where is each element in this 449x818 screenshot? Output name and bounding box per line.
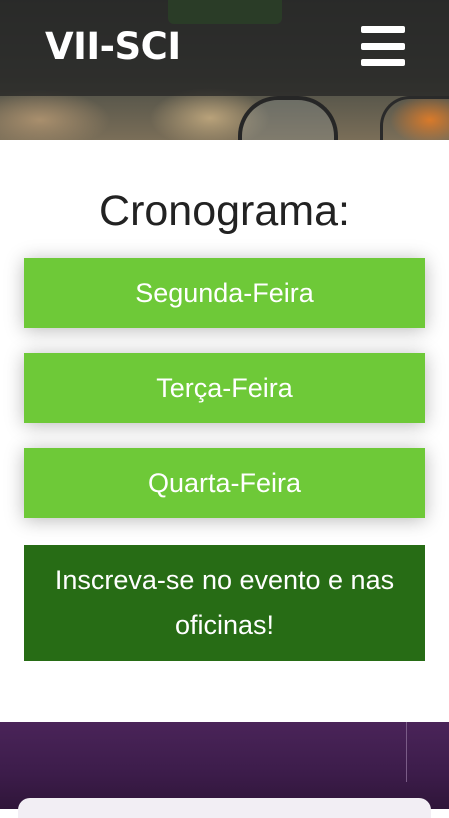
register-button[interactable]: Inscreva-se no evento e nas oficinas!	[24, 545, 425, 661]
day-button-terca[interactable]: Terça-Feira	[24, 353, 425, 423]
site-logo[interactable]: VII-SCI	[45, 26, 181, 68]
hamburger-menu-icon[interactable]	[361, 26, 405, 66]
footer-section	[0, 722, 449, 818]
footer-card	[18, 798, 431, 818]
site-header: VII-SCI	[0, 0, 449, 96]
menu-bar	[361, 42, 405, 50]
day-button-quarta[interactable]: Quarta-Feira	[24, 448, 425, 518]
menu-bar	[361, 26, 405, 33]
menu-bar	[361, 59, 405, 66]
hero-photo-chair	[380, 96, 449, 140]
hero-photo-chair	[238, 96, 338, 140]
footer-divider	[406, 722, 407, 782]
schedule-title: Cronograma:	[99, 187, 350, 235]
day-button-segunda[interactable]: Segunda-Feira	[24, 258, 425, 328]
